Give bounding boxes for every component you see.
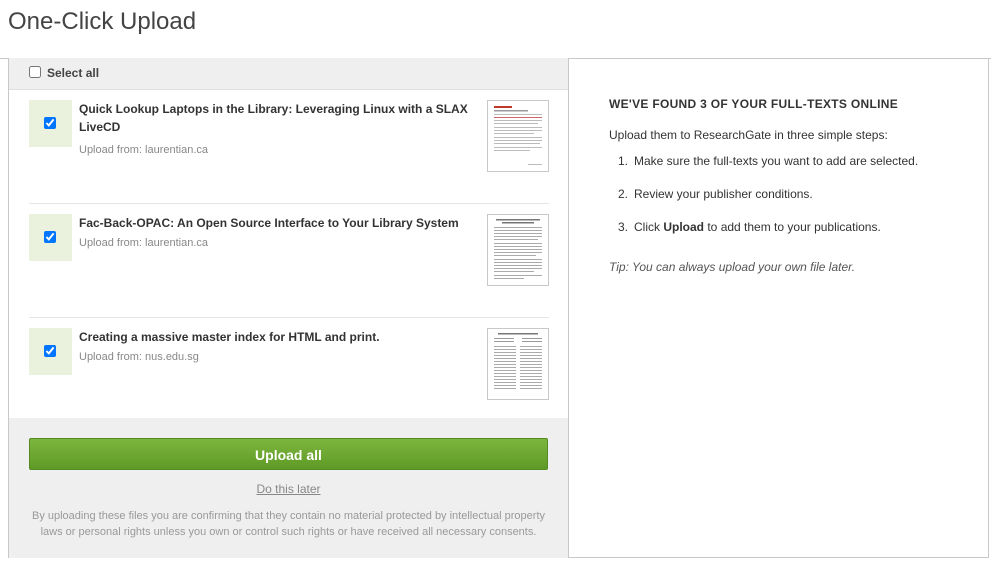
publication-title[interactable]: Quick Lookup Laptops in the Library: Lev… (79, 100, 469, 136)
document-thumbnail (487, 328, 549, 400)
select-all-bar: Select all (9, 58, 568, 90)
upload-footer: Upload all Do this later By uploading th… (9, 418, 568, 558)
publication-source: Upload from: laurentian.ca (79, 144, 209, 156)
intro-text: Upload them to ResearchGate in three sim… (609, 128, 888, 142)
item-checkbox-area[interactable] (29, 214, 72, 261)
step-number: 2. (618, 187, 629, 201)
step-text-post: to add them to your publications. (704, 220, 881, 234)
page-title: One-Click Upload (8, 8, 197, 35)
step-text: Review your publisher conditions. (634, 187, 813, 201)
step-number: 3. (618, 220, 629, 234)
publication-title[interactable]: Fac-Back-OPAC: An Open Source Interface … (79, 214, 469, 232)
do-this-later-link[interactable]: Do this later (9, 482, 568, 496)
step-item: 1. Make sure the full-texts you want to a… (609, 154, 918, 187)
select-all-checkbox[interactable] (29, 66, 41, 78)
disclaimer-text: By uploading these files you are confirm… (31, 510, 545, 538)
step-text-pre: Click (634, 220, 664, 234)
document-thumbnail (487, 214, 549, 286)
upload-all-button[interactable]: Upload all (29, 438, 548, 470)
list-item: Creating a massive master index for HTML… (29, 318, 549, 431)
item-checkbox-area[interactable] (29, 100, 72, 147)
tip-text: Tip: You can always upload your own file… (609, 260, 856, 274)
item-checkbox[interactable] (44, 117, 56, 129)
select-all-label: Select all (47, 66, 100, 80)
item-checkbox[interactable] (44, 345, 56, 357)
step-item: 2. Review your publisher conditions. (609, 187, 918, 220)
publication-source: Upload from: nus.edu.sg (79, 351, 199, 363)
document-thumbnail (487, 100, 549, 172)
step-number: 1. (618, 154, 629, 168)
publication-list: Quick Lookup Laptops in the Library: Lev… (29, 90, 549, 431)
publication-source: Upload from: laurentian.ca (79, 237, 209, 249)
list-item: Quick Lookup Laptops in the Library: Lev… (29, 90, 549, 204)
item-checkbox-area[interactable] (29, 328, 72, 375)
steps-list: 1. Make sure the full-texts you want to a… (609, 154, 918, 253)
item-checkbox[interactable] (44, 231, 56, 243)
publication-panel: Select all Quick Lookup Laptops in the L… (9, 58, 569, 558)
step-text-bold: Upload (663, 220, 705, 234)
upload-dialog: Select all Quick Lookup Laptops in the L… (8, 58, 989, 558)
publication-title[interactable]: Creating a massive master index for HTML… (79, 328, 469, 346)
step-item: 3. Click Upload to add them to your publi… (609, 220, 918, 253)
header: One-Click Upload (0, 0, 991, 59)
step-text: Make sure the full-texts you want to add… (634, 154, 919, 168)
found-heading: WE'VE FOUND 3 OF YOUR FULL-TEXTS ONLINE (609, 97, 899, 111)
list-item: Fac-Back-OPAC: An Open Source Interface … (29, 204, 549, 318)
